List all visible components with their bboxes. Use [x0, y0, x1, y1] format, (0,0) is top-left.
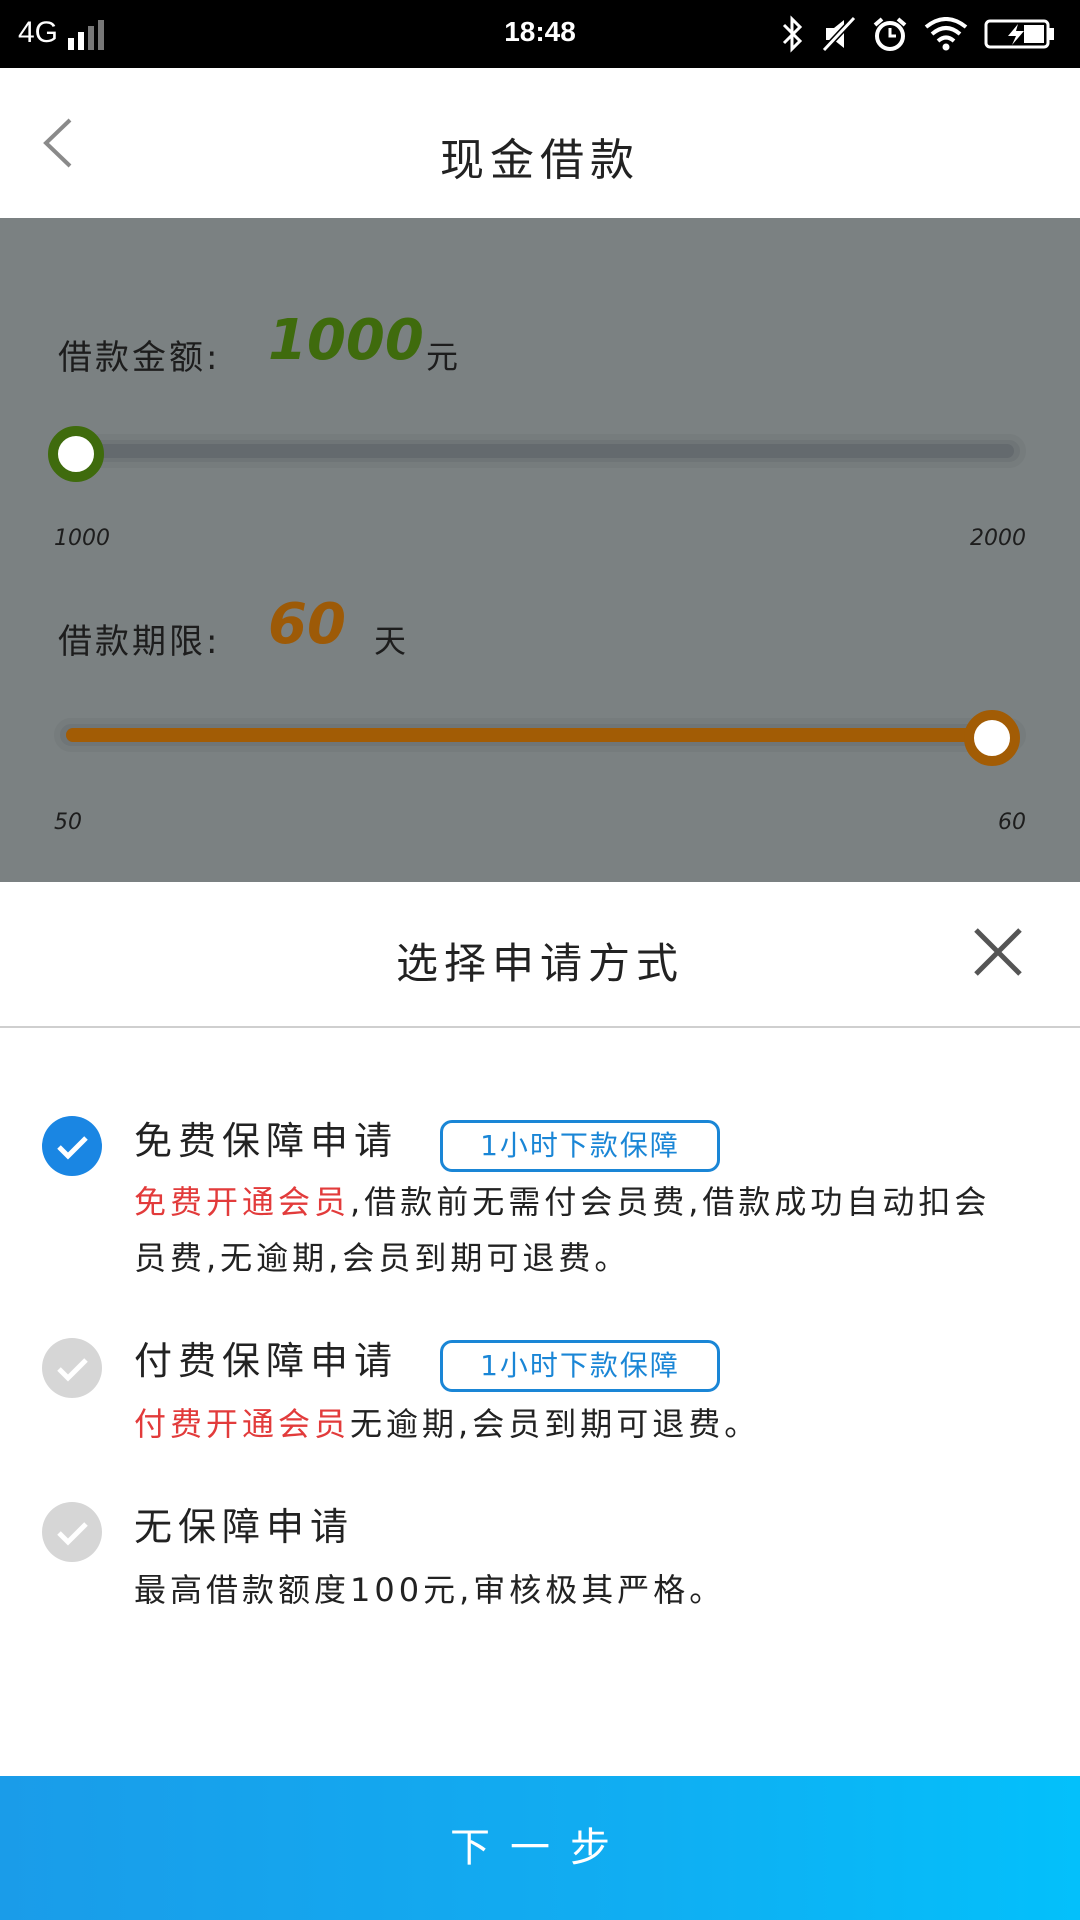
- option-desc-text: 无逾期,会员到期可退费。: [350, 1405, 761, 1443]
- page-title: 现金借款: [440, 135, 640, 186]
- option-paid-guarantee[interactable]: 付费保障申请 1小时下款保障 付费开通会员无逾期,会员到期可退费。: [0, 1316, 1080, 1443]
- option-desc: 最高借款额度100元,审核极其严格。: [134, 1562, 1014, 1618]
- battery-charging-icon: [984, 19, 1054, 49]
- status-icons: [780, 14, 1056, 54]
- sheet-header: 选择申请方式: [0, 882, 1080, 1028]
- option-no-guarantee[interactable]: 无保障申请 最高借款额度100元,审核极其严格。: [0, 1482, 1080, 1609]
- amount-slider[interactable]: [48, 426, 1026, 482]
- check-icon: [57, 1522, 88, 1546]
- option-desc-highlight: 免费开通会员: [134, 1183, 351, 1221]
- alarm-icon: [873, 17, 907, 51]
- option-desc: 付费开通会员无逾期,会员到期可退费。: [134, 1396, 1014, 1452]
- mute-icon: [822, 16, 856, 52]
- option-desc: 免费开通会员,借款前无需付会员费,借款成功自动扣会员费,无逾期,会员到期可退费。: [134, 1174, 1014, 1286]
- term-slider-thumb[interactable]: [964, 710, 1020, 766]
- amount-min-label: 1000: [54, 526, 110, 551]
- check-icon: [57, 1136, 88, 1160]
- amount-row: 借款金额: 1000 元: [58, 308, 958, 388]
- term-unit: 天: [374, 622, 407, 660]
- option-title: 免费保障申请: [134, 1119, 399, 1163]
- term-min-label: 50: [54, 810, 82, 835]
- sheet-title: 选择申请方式: [395, 939, 684, 988]
- option-title: 无保障申请: [134, 1505, 355, 1549]
- close-icon: [974, 928, 1022, 976]
- close-button[interactable]: [970, 924, 1026, 980]
- wifi-icon: [924, 17, 968, 51]
- amount-slider-track: [66, 444, 1014, 458]
- app-header: 现金借款: [0, 68, 1080, 218]
- term-slider[interactable]: [54, 710, 1026, 766]
- term-label: 借款期限:: [58, 622, 221, 662]
- option-badge: 1小时下款保障: [440, 1120, 720, 1172]
- option-desc-text: 最高借款额度100元,审核极其严格。: [134, 1571, 726, 1609]
- amount-slider-thumb[interactable]: [48, 426, 104, 482]
- term-slider-fill: [66, 728, 1014, 742]
- amount-max-label: 2000: [970, 526, 1026, 551]
- bluetooth-icon: [782, 15, 803, 53]
- option-desc-highlight: 付费开通会员: [134, 1405, 351, 1443]
- amount-unit: 元: [426, 338, 459, 376]
- amount-label: 借款金额:: [58, 338, 221, 378]
- option-title: 付费保障申请: [134, 1339, 399, 1383]
- check-icon: [57, 1358, 88, 1382]
- status-bar: 4G 18:48: [0, 0, 1080, 68]
- term-max-label: 60: [998, 810, 1026, 835]
- term-row: 借款期限: 60 天: [58, 592, 958, 672]
- next-step-button[interactable]: 下一步: [0, 1776, 1080, 1920]
- option-check[interactable]: [42, 1116, 102, 1176]
- loan-settings-area: 借款金额: 1000 元 1000 2000 借款期限: 60 天 50 60: [0, 218, 1080, 882]
- option-free-guarantee[interactable]: 免费保障申请 1小时下款保障 免费开通会员,借款前无需付会员费,借款成功自动扣会…: [0, 1096, 1080, 1277]
- option-check[interactable]: [42, 1502, 102, 1562]
- option-check[interactable]: [42, 1338, 102, 1398]
- option-badge: 1小时下款保障: [440, 1340, 720, 1392]
- apply-method-sheet: 选择申请方式 免费保障申请 1小时下款保障 免费开通会员,借款前无需付会员费,借…: [0, 882, 1080, 1920]
- amount-value: 1000: [268, 308, 424, 373]
- term-value: 60: [268, 592, 346, 657]
